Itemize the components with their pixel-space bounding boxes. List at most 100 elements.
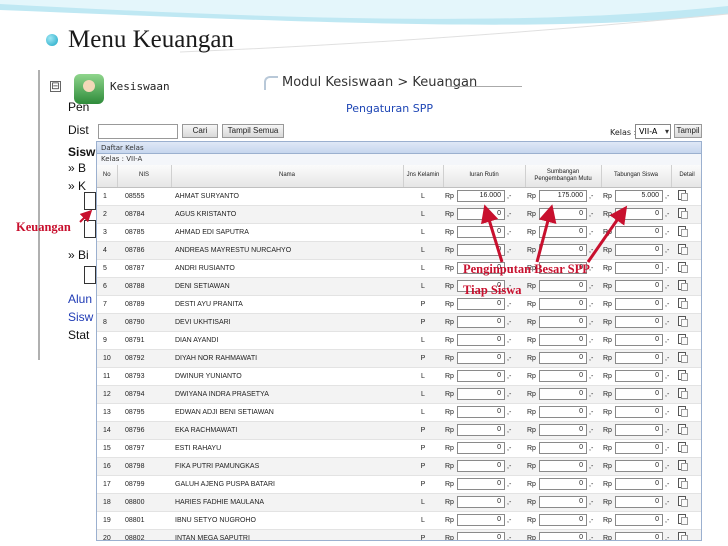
- nav-item[interactable]: Dist: [68, 123, 96, 137]
- detail-icon[interactable]: [678, 334, 688, 345]
- tabungan-siswa-input[interactable]: 0: [615, 406, 663, 418]
- sumbangan-mutu-input[interactable]: 0: [539, 460, 587, 472]
- nav-item[interactable]: » K: [68, 179, 96, 193]
- column-header[interactable]: Sumbangan Pengembangan Mutu: [525, 165, 602, 188]
- iuran-rutin-input[interactable]: 0: [457, 496, 505, 508]
- detail-icon[interactable]: [678, 460, 688, 471]
- detail-icon[interactable]: [678, 514, 688, 525]
- sumbangan-mutu-input[interactable]: 0: [539, 424, 587, 436]
- sumbangan-mutu-input[interactable]: 0: [539, 208, 587, 220]
- detail-icon[interactable]: [678, 298, 688, 309]
- tabungan-siswa-input[interactable]: 0: [615, 370, 663, 382]
- detail-icon[interactable]: [678, 424, 688, 435]
- sumbangan-mutu-input[interactable]: 0: [539, 316, 587, 328]
- detail-icon[interactable]: [678, 370, 688, 381]
- tabungan-siswa-input[interactable]: 0: [615, 208, 663, 220]
- search-input[interactable]: [98, 124, 178, 139]
- tabungan-siswa-input[interactable]: 0: [615, 298, 663, 310]
- kelas-select[interactable]: VII-A: [635, 124, 671, 139]
- sumbangan-mutu-input[interactable]: 0: [539, 442, 587, 454]
- tabungan-siswa-input[interactable]: 0: [615, 334, 663, 346]
- nav-input[interactable]: [84, 192, 96, 210]
- tabungan-siswa-input[interactable]: 0: [615, 316, 663, 328]
- detail-icon[interactable]: [678, 316, 688, 327]
- iuran-rutin-input[interactable]: 0: [457, 514, 505, 526]
- sumbangan-mutu-input[interactable]: 0: [539, 388, 587, 400]
- nav-input[interactable]: [84, 220, 96, 238]
- show-all-button[interactable]: Tampil Semua: [222, 124, 284, 138]
- iuran-rutin-input[interactable]: 0: [457, 460, 505, 472]
- iuran-rutin-input[interactable]: 16.000: [457, 190, 505, 202]
- search-button[interactable]: Cari: [182, 124, 218, 138]
- iuran-rutin-input[interactable]: 0: [457, 244, 505, 256]
- detail-icon[interactable]: [678, 388, 688, 399]
- sumbangan-mutu-input[interactable]: 0: [539, 532, 587, 540]
- tabungan-siswa-input[interactable]: 0: [615, 478, 663, 490]
- sumbangan-mutu-input[interactable]: 175.000: [539, 190, 587, 202]
- nav-item[interactable]: Sisw: [68, 145, 96, 159]
- iuran-rutin-input[interactable]: 0: [457, 334, 505, 346]
- iuran-rutin-input[interactable]: 0: [457, 406, 505, 418]
- column-header[interactable]: Detail: [671, 165, 701, 188]
- nav-item[interactable]: » Bi: [68, 248, 96, 262]
- tabungan-siswa-input[interactable]: 0: [615, 244, 663, 256]
- sumbangan-mutu-input[interactable]: 0: [539, 226, 587, 238]
- detail-icon[interactable]: [678, 496, 688, 507]
- sumbangan-mutu-input[interactable]: 0: [539, 370, 587, 382]
- sumbangan-mutu-input[interactable]: 0: [539, 514, 587, 526]
- sumbangan-mutu-input[interactable]: 0: [539, 352, 587, 364]
- tabungan-siswa-input[interactable]: 0: [615, 262, 663, 274]
- collapse-tree-icon[interactable]: ⊟: [50, 81, 61, 92]
- nav-item[interactable]: » B: [68, 161, 96, 175]
- sumbangan-mutu-input[interactable]: 0: [539, 280, 587, 292]
- iuran-rutin-input[interactable]: 0: [457, 478, 505, 490]
- nav-item[interactable]: Stat: [68, 328, 96, 342]
- iuran-rutin-input[interactable]: 0: [457, 352, 505, 364]
- sumbangan-mutu-input[interactable]: 0: [539, 478, 587, 490]
- tabungan-siswa-input[interactable]: 0: [615, 280, 663, 292]
- detail-icon[interactable]: [678, 226, 688, 237]
- nav-item[interactable]: Sisw: [68, 310, 96, 324]
- show-button[interactable]: Tampil: [674, 124, 702, 138]
- iuran-rutin-input[interactable]: 0: [457, 316, 505, 328]
- tabungan-siswa-input[interactable]: 0: [615, 352, 663, 364]
- tabungan-siswa-input[interactable]: 0: [615, 424, 663, 436]
- column-header[interactable]: Jns Kelamin: [403, 165, 444, 188]
- iuran-rutin-input[interactable]: 0: [457, 298, 505, 310]
- tabungan-siswa-input[interactable]: 0: [615, 226, 663, 238]
- column-header[interactable]: No: [97, 165, 118, 188]
- iuran-rutin-input[interactable]: 0: [457, 532, 505, 540]
- detail-icon[interactable]: [678, 208, 688, 219]
- iuran-rutin-input[interactable]: 0: [457, 226, 505, 238]
- detail-icon[interactable]: [678, 352, 688, 363]
- detail-icon[interactable]: [678, 406, 688, 417]
- iuran-rutin-input[interactable]: 0: [457, 388, 505, 400]
- detail-icon[interactable]: [678, 478, 688, 489]
- column-header[interactable]: Iuran Rutin: [443, 165, 526, 188]
- sumbangan-mutu-input[interactable]: 0: [539, 334, 587, 346]
- column-header[interactable]: Tabungan Siswa: [601, 165, 672, 188]
- detail-icon[interactable]: [678, 280, 688, 291]
- column-header[interactable]: NIS: [117, 165, 172, 188]
- tabungan-siswa-input[interactable]: 0: [615, 388, 663, 400]
- tabungan-siswa-input[interactable]: 5.000: [615, 190, 663, 202]
- tabungan-siswa-input[interactable]: 0: [615, 496, 663, 508]
- iuran-rutin-input[interactable]: 0: [457, 424, 505, 436]
- detail-icon[interactable]: [678, 442, 688, 453]
- detail-icon[interactable]: [678, 244, 688, 255]
- sumbangan-mutu-input[interactable]: 0: [539, 406, 587, 418]
- detail-icon[interactable]: [678, 532, 688, 540]
- nav-input[interactable]: [84, 266, 96, 284]
- tabungan-siswa-input[interactable]: 0: [615, 442, 663, 454]
- nav-item[interactable]: Alun: [68, 292, 96, 306]
- tabungan-siswa-input[interactable]: 0: [615, 532, 663, 540]
- sumbangan-mutu-input[interactable]: 0: [539, 298, 587, 310]
- tabungan-siswa-input[interactable]: 0: [615, 460, 663, 472]
- iuran-rutin-input[interactable]: 0: [457, 442, 505, 454]
- sumbangan-mutu-input[interactable]: 0: [539, 496, 587, 508]
- tabungan-siswa-input[interactable]: 0: [615, 514, 663, 526]
- iuran-rutin-input[interactable]: 0: [457, 370, 505, 382]
- column-header[interactable]: Nama: [171, 165, 404, 188]
- detail-icon[interactable]: [678, 190, 688, 201]
- iuran-rutin-input[interactable]: 0: [457, 208, 505, 220]
